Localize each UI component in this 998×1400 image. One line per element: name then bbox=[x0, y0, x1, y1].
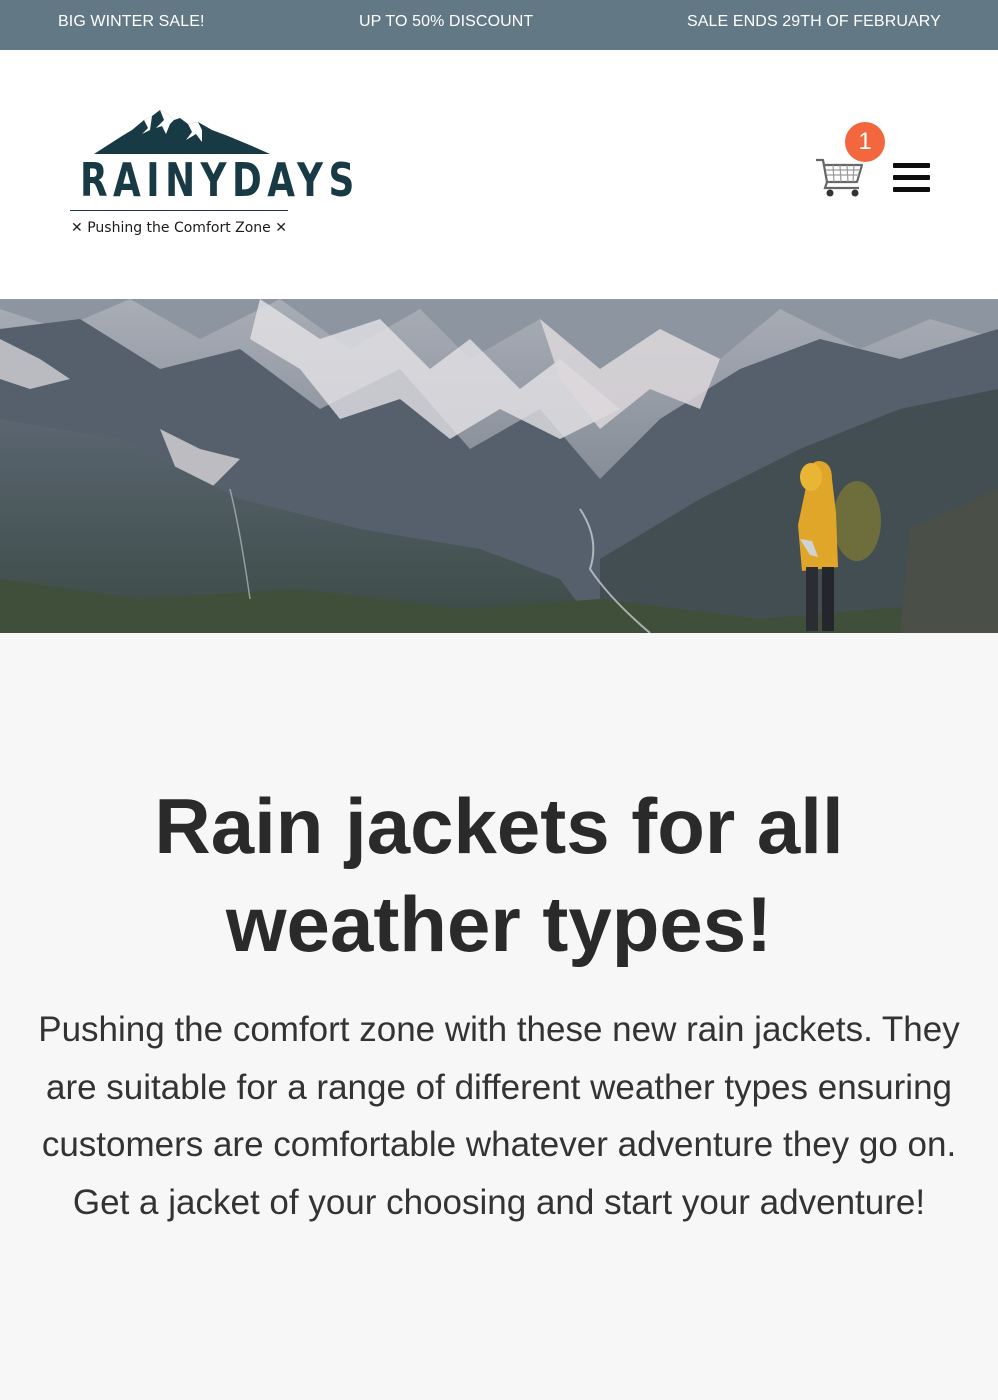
announcement-sale: BIG WINTER SALE! bbox=[58, 13, 205, 30]
intro-section: Rain jackets for all weather types! Push… bbox=[0, 633, 998, 1400]
mountain-landscape-image bbox=[0, 299, 998, 633]
hero-banner-image bbox=[0, 299, 998, 633]
intro-paragraph: Pushing the comfort zone with these new … bbox=[38, 1010, 960, 1222]
logo-divider bbox=[70, 210, 288, 211]
logo-tagline-text: Pushing the Comfort Zone bbox=[87, 220, 271, 236]
close-x-ornament-icon: ✕ bbox=[71, 220, 83, 236]
announcement-discount: UP TO 50% DISCOUNT bbox=[359, 13, 534, 30]
page-heading: Rain jackets for all weather types! bbox=[154, 782, 844, 968]
site-logo[interactable]: RAINYDAYS ✕ Pushing the Comfort Zone ✕ bbox=[52, 106, 360, 246]
close-x-ornament-icon: ✕ bbox=[275, 220, 287, 236]
hamburger-menu-icon[interactable] bbox=[893, 161, 931, 195]
site-header: RAINYDAYS ✕ Pushing the Comfort Zone ✕ 1 bbox=[0, 50, 998, 299]
logo-wordmark: RAINYDAYS bbox=[79, 153, 360, 207]
announcement-deadline: SALE ENDS 29TH OF FEBRUARY bbox=[687, 13, 941, 30]
logo-tagline: ✕ Pushing the Comfort Zone ✕ bbox=[52, 220, 306, 236]
cart-count-badge: 1 bbox=[845, 122, 885, 162]
announcement-bar: BIG WINTER SALE! UP TO 50% DISCOUNT SALE… bbox=[0, 0, 998, 50]
